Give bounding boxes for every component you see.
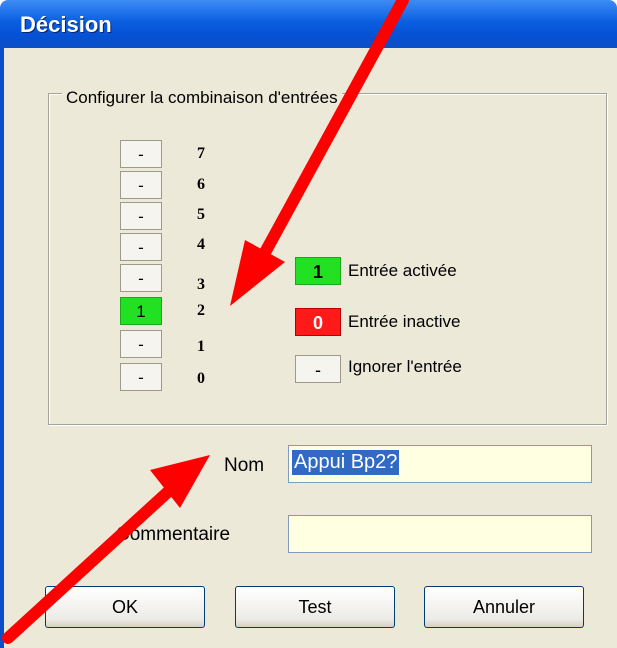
title-bar[interactable]: Décision	[0, 0, 617, 48]
annuler-button[interactable]: Annuler	[424, 586, 584, 628]
bit-6-label: 6	[197, 176, 205, 193]
legend-ignore-swatch: -	[295, 355, 341, 383]
group-label: Configurer la combinaison d'entrées	[62, 88, 342, 108]
legend-active-text: Entrée activée	[348, 261, 457, 280]
bit-3-label: 3	[197, 276, 205, 293]
legend-inactive-text: Entrée inactive	[348, 312, 461, 331]
legend-inactive-swatch: 0	[295, 308, 341, 336]
bit-2-button[interactable]: 1	[120, 297, 162, 325]
bit-5-button[interactable]: -	[120, 202, 162, 230]
commentaire-input[interactable]	[288, 515, 592, 553]
bit-3-button[interactable]: -	[120, 264, 162, 292]
legend-ignore-text: Ignorer l'entrée	[348, 357, 462, 376]
bit-4-button[interactable]: -	[120, 233, 162, 261]
bit-4-label: 4	[197, 236, 205, 253]
bit-1-button[interactable]: -	[120, 330, 162, 358]
bit-7-button[interactable]: -	[120, 140, 162, 168]
bit-0-label: 0	[197, 370, 205, 387]
ok-button[interactable]: OK	[45, 586, 205, 628]
legend-active-swatch: 1	[295, 257, 341, 285]
commentaire-label: Commentaire	[116, 524, 231, 545]
nom-input[interactable]: Appui Bp2?	[288, 445, 592, 483]
window-title: Décision	[20, 12, 112, 37]
bit-0-button[interactable]: -	[120, 363, 162, 391]
bit-6-button[interactable]: -	[120, 171, 162, 199]
nom-label: Nom	[224, 455, 265, 476]
bit-5-label: 5	[197, 206, 205, 223]
bit-1-label: 1	[197, 338, 205, 355]
nom-input-value: Appui Bp2?	[292, 450, 400, 475]
test-button[interactable]: Test	[235, 586, 395, 628]
bit-7-label: 7	[197, 145, 205, 162]
bit-2-label: 2	[197, 302, 205, 319]
